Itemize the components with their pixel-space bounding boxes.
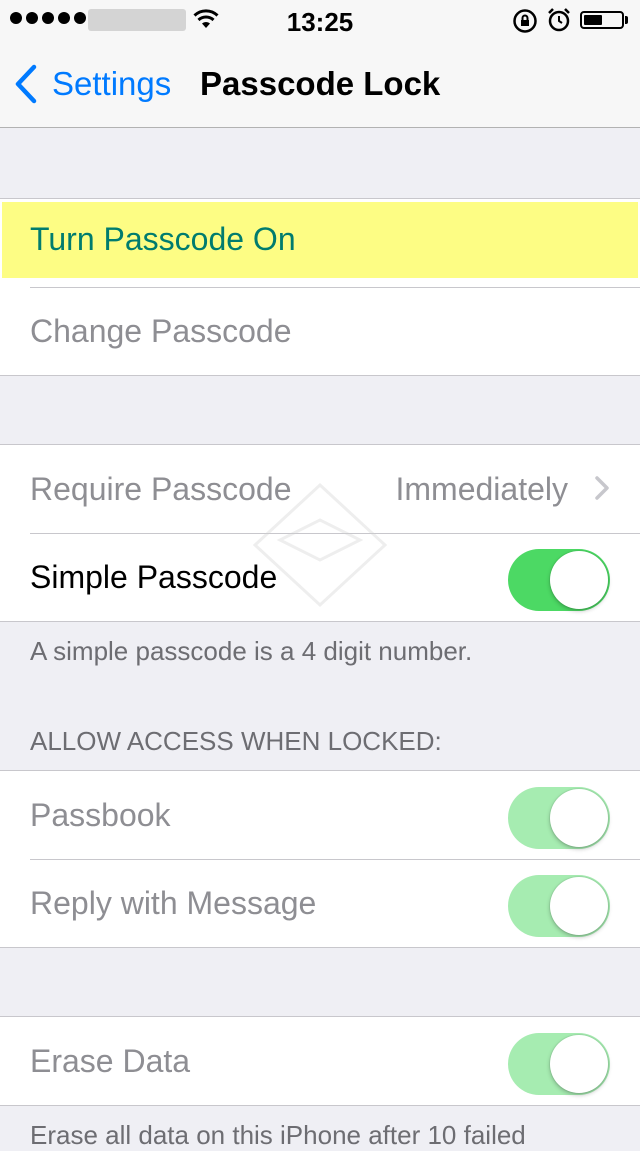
status-time: 13:25 [286, 7, 354, 37]
require-passcode-row[interactable]: Require Passcode Immediately [0, 445, 640, 533]
simple-passcode-toggle[interactable] [508, 549, 610, 611]
erase-data-toggle[interactable] [508, 1033, 610, 1095]
toggle-knob [550, 877, 608, 935]
turn-passcode-on-label: Turn Passcode On [30, 220, 296, 257]
navigation-bar: Settings Passcode Lock [0, 40, 640, 128]
back-button[interactable]: Settings [14, 62, 171, 106]
reply-with-message-toggle[interactable] [508, 875, 610, 937]
chevron-left-icon [15, 64, 37, 104]
chevron-right-icon [595, 476, 609, 500]
reply-with-message-row: Reply with Message [0, 859, 640, 947]
simple-passcode-label: Simple Passcode [30, 558, 278, 595]
require-passcode-label: Require Passcode [30, 470, 292, 507]
erase-data-row: Erase Data [0, 1017, 640, 1105]
change-passcode-row[interactable]: Change Passcode [0, 287, 640, 375]
page-title: Passcode Lock [200, 65, 441, 102]
reply-with-message-label: Reply with Message [30, 884, 317, 921]
toggle-knob [550, 789, 608, 847]
allow-access-header: ALLOW ACCESS WHEN LOCKED: [30, 726, 442, 756]
battery-tip [625, 16, 628, 24]
turn-passcode-on-row[interactable]: Turn Passcode On [0, 199, 640, 287]
passbook-row: Passbook [0, 771, 640, 859]
passcode-group: Turn Passcode On Change Passcode [0, 198, 640, 376]
rotation-lock-icon [513, 9, 537, 33]
simple-passcode-footer: A simple passcode is a 4 digit number. [30, 636, 473, 666]
change-passcode-label: Change Passcode [30, 312, 292, 349]
erase-data-group: Erase Data [0, 1016, 640, 1106]
toggle-knob [550, 551, 608, 609]
back-button-label: Settings [52, 65, 172, 102]
simple-passcode-row: Simple Passcode [0, 533, 640, 621]
passbook-toggle[interactable] [508, 787, 610, 849]
passcode-options-group: Require Passcode Immediately Simple Pass… [0, 444, 640, 622]
allow-access-group: Passbook Reply with Message [0, 770, 640, 948]
require-passcode-value: Immediately [395, 471, 569, 507]
battery-icon [580, 11, 624, 29]
erase-data-label: Erase Data [30, 1042, 191, 1079]
toggle-knob [550, 1035, 608, 1093]
passbook-label: Passbook [30, 796, 171, 833]
alarm-icon [548, 8, 570, 32]
status-bar: 13:25 [0, 0, 640, 40]
